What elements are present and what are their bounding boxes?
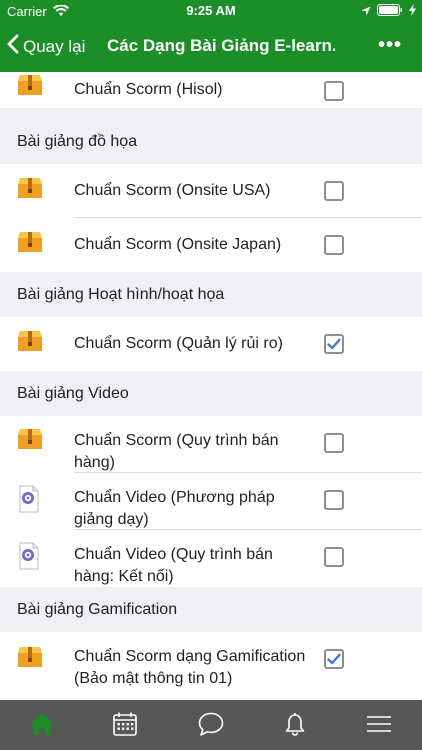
battery-icon [377, 4, 403, 19]
item-checkbox[interactable] [324, 547, 344, 567]
list-item-label: Chuẩn Video (Quy trình bán hàng: Kết nối… [74, 546, 273, 585]
calendar-icon [112, 711, 138, 742]
section-header: Bài giảng Video [0, 371, 422, 417]
item-checkbox[interactable] [324, 490, 344, 510]
package-icon [17, 428, 43, 455]
tab-bar [0, 700, 422, 750]
package-icon [17, 330, 43, 357]
page-title: Các Dạng Bài Giảng E-learn... [107, 36, 335, 55]
chat-icon [197, 711, 225, 742]
status-time: 9:25 AM [186, 3, 236, 18]
charging-icon [409, 4, 416, 19]
section-header: Bài giảng đồ họa [0, 119, 422, 165]
checkmark-icon [327, 338, 341, 350]
list-item[interactable]: Chuẩn Scorm (Quy trình bán hàng) [0, 416, 422, 473]
list-item-label: Chuẩn Video (Phương pháp giảng dạy) [74, 489, 275, 528]
home-icon [28, 711, 56, 742]
list-item-label: Chuẩn Scorm (Quản lý rủi ro) [74, 335, 283, 352]
list-item[interactable]: Chuẩn Scorm (Hisol) [0, 72, 422, 108]
list-item-label: Chuẩn Scorm (Hisol) [74, 81, 223, 98]
package-icon [17, 646, 43, 673]
item-checkbox[interactable] [324, 181, 344, 201]
item-checkbox[interactable] [324, 81, 344, 101]
tab-chat[interactable] [196, 712, 226, 740]
list-item[interactable]: Chuẩn Scorm dạng Gamification (Bảo mật t… [0, 632, 422, 700]
list-item[interactable]: Chuẩn Scorm (Onsite Japan) [0, 218, 422, 272]
list-item-label: Chuẩn Scorm (Onsite Japan) [74, 236, 282, 253]
package-icon [17, 231, 43, 258]
item-checkbox[interactable] [324, 433, 344, 453]
section-header: Bài giảng Gamification [0, 587, 422, 633]
location-icon [361, 4, 371, 19]
item-checkbox[interactable] [324, 235, 344, 255]
section-header: Bài giảng Hoạt hình/hoạt họa [0, 272, 422, 318]
list-item-label: Chuẩn Scorm (Onsite USA) [74, 182, 271, 199]
checkmark-icon [327, 653, 341, 665]
back-button[interactable]: Quay lại [6, 34, 85, 59]
video-file-icon [17, 542, 41, 575]
list-item[interactable]: Chuẩn Scorm (Quản lý rủi ro) [0, 317, 422, 371]
bell-icon [283, 711, 307, 742]
item-checkbox-checked[interactable] [324, 334, 344, 354]
list-item-label: Chuẩn Scorm (Quy trình bán hàng) [74, 432, 279, 471]
chevron-left-icon [6, 34, 19, 59]
more-button[interactable]: ••• [378, 34, 402, 57]
tab-home[interactable] [27, 712, 57, 740]
list-item[interactable]: Chuẩn Video (Phương pháp giảng dạy) [0, 473, 422, 530]
list-item[interactable]: Chuẩn Video (Quy trình bán hàng: Kết nối… [0, 530, 422, 587]
nav-bar: Quay lại Các Dạng Bài Giảng E-learn... •… [0, 22, 422, 72]
menu-icon [366, 714, 392, 739]
list-item-label: Chuẩn Scorm dạng Gamification (Bảo mật t… [74, 648, 306, 687]
status-right [361, 4, 416, 19]
package-icon [17, 74, 43, 101]
tab-calendar[interactable] [110, 712, 140, 740]
package-icon [17, 177, 43, 204]
list-item[interactable]: Chuẩn Scorm (Onsite USA) [0, 164, 422, 218]
status-bar: Carrier 9:25 AM [0, 0, 422, 22]
video-file-icon [17, 485, 41, 518]
item-checkbox-checked[interactable] [324, 649, 344, 669]
tab-menu[interactable] [364, 712, 394, 740]
tab-notifications[interactable] [280, 712, 310, 740]
back-label: Quay lại [23, 36, 86, 56]
course-list[interactable]: Chuẩn Scorm (Hisol) Bài giảng đồ họa Chu… [0, 72, 422, 700]
